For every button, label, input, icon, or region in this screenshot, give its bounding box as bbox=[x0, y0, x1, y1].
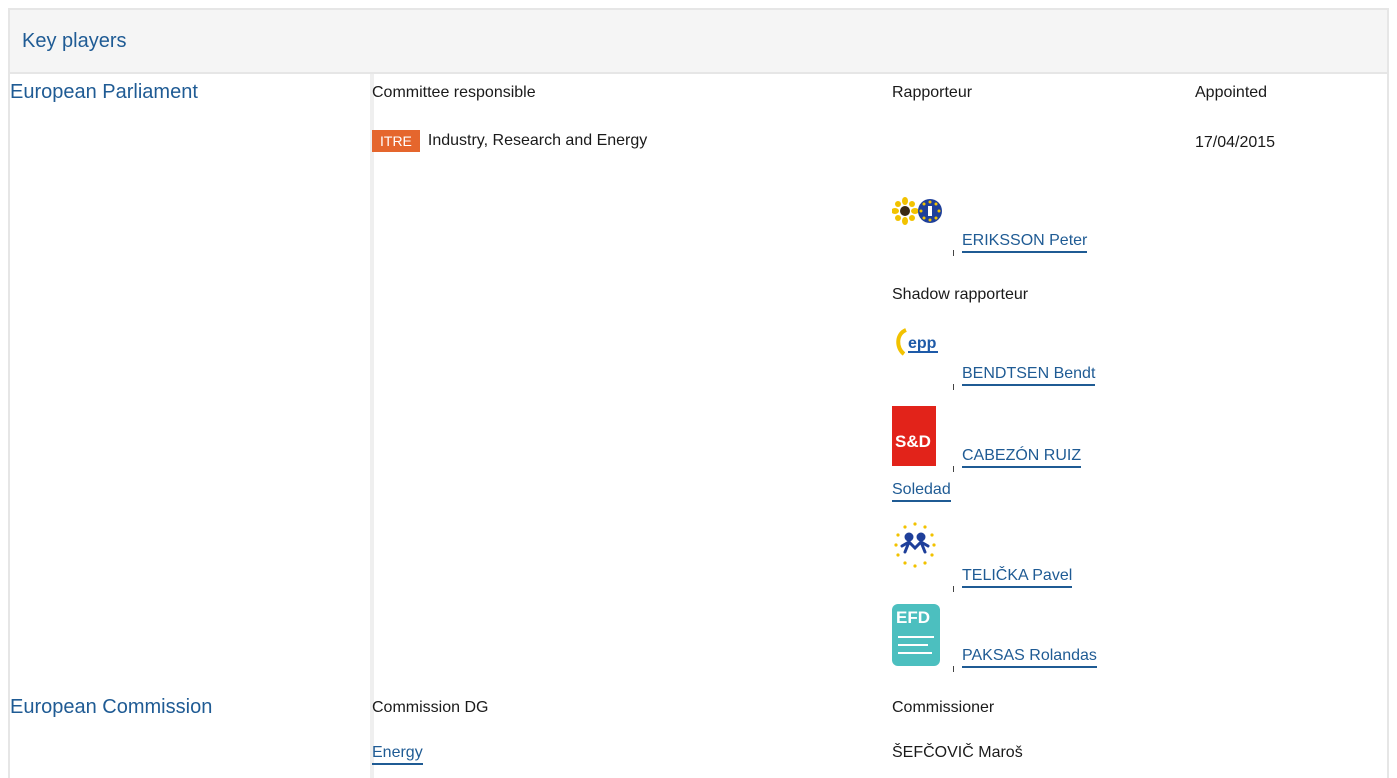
shadow-rapporteur-link[interactable]: BENDTSEN Bendt bbox=[962, 365, 1096, 386]
shadow-rapporteur-link[interactable]: PAKSAS Rolandas bbox=[962, 647, 1097, 668]
col-header-committee: Committee responsible bbox=[372, 84, 536, 101]
shadow-rapporteur-link[interactable]: CABEZÓN RUIZ bbox=[962, 447, 1082, 468]
commissioner-name: ŠEFČOVIČ Maroš bbox=[892, 744, 1023, 761]
shadow-entry: TELIČKA Pavel bbox=[962, 567, 1073, 588]
key-players-panel: Key players European Parliament Committe… bbox=[8, 8, 1389, 778]
col-header-rapporteur: Rapporteur bbox=[892, 84, 973, 101]
epp-logo-text: epp bbox=[908, 335, 937, 352]
sd-logo-text: S&D bbox=[895, 432, 931, 451]
link-marker bbox=[953, 250, 954, 256]
panel-header: Key players bbox=[10, 10, 1387, 74]
shadow-rapporteur-link-line2[interactable]: Soledad bbox=[892, 481, 951, 502]
shadow-entry-line2: Soledad bbox=[892, 481, 951, 502]
committee-name: Industry, Research and Energy bbox=[427, 132, 648, 149]
rapporteur-link[interactable]: ERIKSSON Peter bbox=[962, 232, 1088, 253]
appointed-date: 17/04/2015 bbox=[1195, 134, 1276, 151]
section-european-commission: European Commission bbox=[10, 696, 213, 718]
link-marker bbox=[953, 466, 954, 472]
shadow-entry: PAKSAS Rolandas bbox=[962, 647, 1097, 668]
committee-badge[interactable]: ITRE bbox=[372, 130, 420, 152]
column-divider bbox=[370, 74, 374, 778]
col-header-commission-dg: Commission DG bbox=[372, 699, 489, 716]
shadow-entry: CABEZÓN RUIZ bbox=[962, 447, 1082, 468]
section-european-parliament: European Parliament bbox=[10, 81, 198, 103]
alde-logo-icon bbox=[894, 522, 936, 568]
shadow-entry: BENDTSEN Bendt bbox=[962, 365, 1096, 386]
epp-logo-icon: epp bbox=[892, 326, 944, 372]
efdd-logo-text: EFD bbox=[896, 608, 930, 627]
rapporteur-entry: ERIKSSON Peter bbox=[962, 232, 1088, 253]
greens-efa-logo-icon bbox=[892, 197, 942, 225]
col-header-appointed: Appointed bbox=[1195, 84, 1268, 101]
col-header-commissioner: Commissioner bbox=[892, 699, 995, 716]
committee-row: ITRE Industry, Research and Energy bbox=[372, 130, 647, 152]
commission-dg-link[interactable]: Energy bbox=[372, 744, 423, 765]
sd-logo-icon: S&D bbox=[892, 406, 936, 466]
efdd-logo-icon: EFD bbox=[892, 604, 940, 666]
panel-title: Key players bbox=[22, 29, 127, 52]
link-marker bbox=[953, 586, 954, 592]
link-marker bbox=[953, 666, 954, 672]
commission-dg-entry: Energy bbox=[372, 744, 423, 765]
shadow-rapporteur-label: Shadow rapporteur bbox=[892, 286, 1029, 303]
shadow-rapporteur-link[interactable]: TELIČKA Pavel bbox=[962, 567, 1073, 588]
link-marker bbox=[953, 384, 954, 390]
